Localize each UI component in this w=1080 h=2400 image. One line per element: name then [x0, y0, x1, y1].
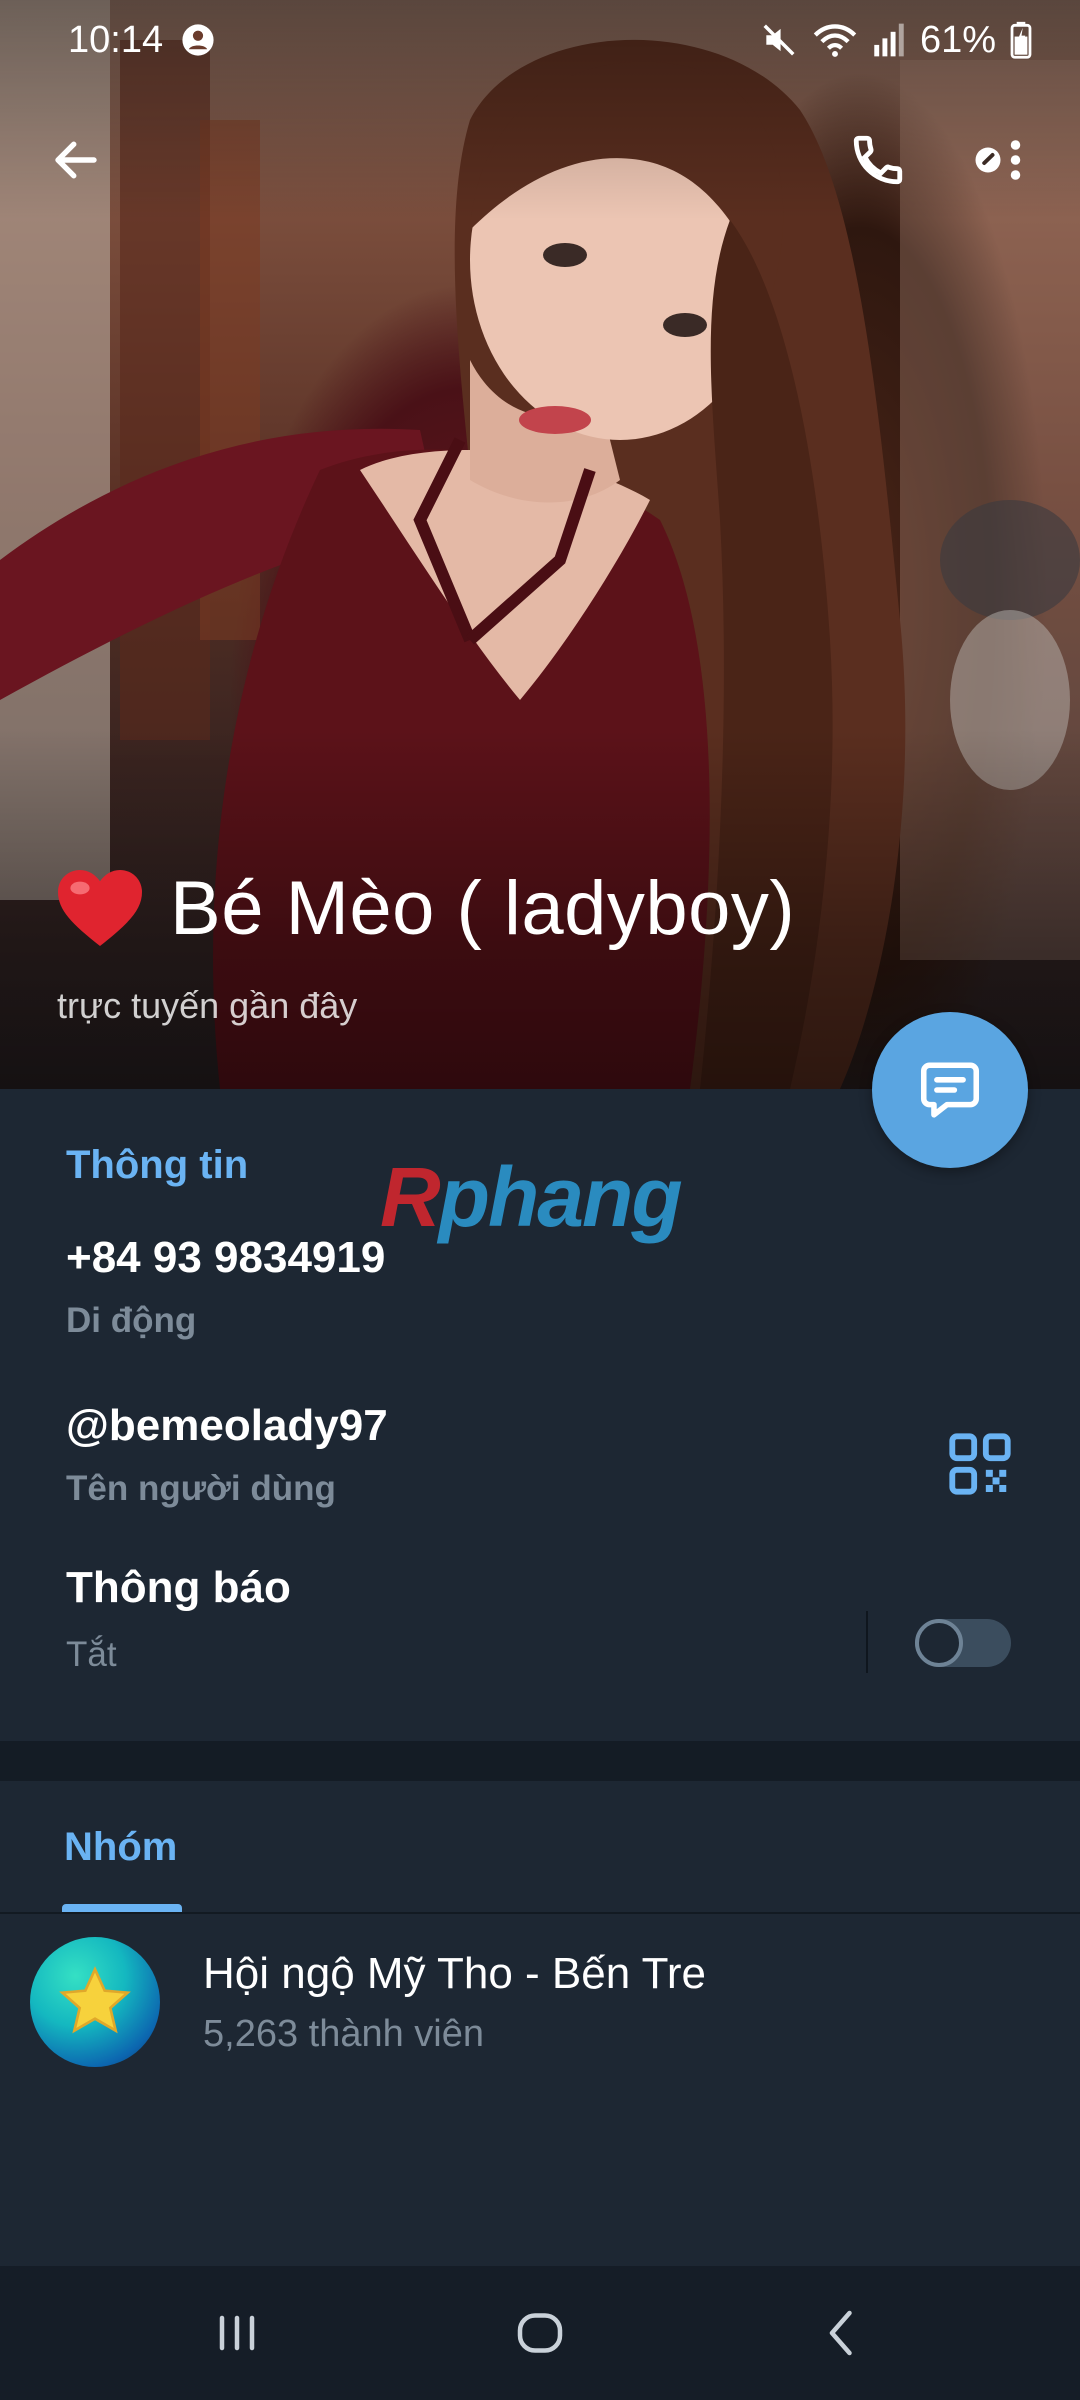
status-bar: 10:14 61%: [0, 0, 1080, 80]
more-options-icon: [975, 140, 1021, 180]
back-button[interactable]: [28, 112, 124, 208]
notifications-toggle[interactable]: [915, 1619, 1011, 1667]
status-time: 10:14: [68, 18, 164, 61]
call-button[interactable]: [830, 112, 926, 208]
profile-name-row: Bé Mèo ( ladyboy): [52, 860, 795, 956]
list-item[interactable]: Hội ngộ Mỹ Tho - Bến Tre 5,263 thành viê…: [0, 1931, 1080, 2081]
watermark-first-letter: R: [380, 1150, 441, 1244]
star-icon: [59, 1966, 131, 2034]
qr-code-icon: [949, 1433, 1011, 1495]
arrow-left-icon: [55, 141, 97, 179]
battery-percent: 61%: [919, 18, 996, 61]
home-button[interactable]: [480, 2288, 600, 2378]
nav-back-button[interactable]: [782, 2288, 902, 2378]
info-section: Thông tin Rphang +84 93 9834919 Di động …: [0, 1089, 1080, 1741]
watermark-rest: phang: [438, 1150, 683, 1244]
account-circle-icon: [181, 23, 215, 57]
info-section-title: Thông tin: [66, 1143, 249, 1187]
signal-icon: [872, 22, 906, 58]
notifications-title[interactable]: Thông báo: [66, 1563, 291, 1613]
tab-indicator: [62, 1904, 182, 1912]
phone-label: Di động: [66, 1301, 197, 1340]
red-heart-icon: [58, 870, 142, 946]
wifi-icon: [812, 21, 858, 59]
group-member-count: 5,263 thành viên: [203, 2013, 485, 2055]
phone-number[interactable]: +84 93 9834919: [66, 1233, 385, 1283]
group-name: Hội ngộ Mỹ Tho - Bến Tre: [203, 1949, 706, 1998]
more-options-button[interactable]: [950, 112, 1046, 208]
qr-code-button[interactable]: [945, 1429, 1015, 1499]
watermark-logo: Rphang: [380, 1149, 683, 1246]
battery-icon: [1010, 21, 1032, 59]
mute-icon: [760, 21, 798, 59]
username-label: Tên người dùng: [66, 1469, 336, 1508]
last-seen-status: trực tuyến gần đây: [57, 985, 358, 1026]
toggle-knob: [915, 1619, 963, 1667]
profile-name: Bé Mèo ( ladyboy): [170, 865, 796, 951]
notifications-status: Tắt: [66, 1635, 117, 1674]
nav-back-icon: [829, 2310, 852, 2356]
send-message-button[interactable]: [872, 1012, 1028, 1168]
groups-section: Nhóm Hội ngộ Mỹ Tho - Bến Tre 5,263 thàn…: [0, 1781, 1080, 2266]
toggle-divider: [866, 1611, 868, 1673]
username[interactable]: @bemeolady97: [66, 1401, 388, 1451]
group-avatar: [30, 1937, 160, 2067]
tab-groups[interactable]: Nhóm: [64, 1825, 177, 1870]
status-right: 61%: [760, 19, 1032, 62]
message-icon: [920, 1062, 980, 1118]
tab-divider: [0, 1912, 1080, 1914]
system-nav-bar: [0, 2266, 1080, 2400]
top-action-bar: [0, 112, 1080, 208]
section-divider: [0, 1741, 1080, 1781]
recents-button[interactable]: [177, 2288, 297, 2378]
status-left: 10:14: [68, 19, 215, 62]
phone-icon: [853, 135, 903, 185]
home-icon: [517, 2313, 563, 2353]
recents-icon: [219, 2315, 255, 2351]
